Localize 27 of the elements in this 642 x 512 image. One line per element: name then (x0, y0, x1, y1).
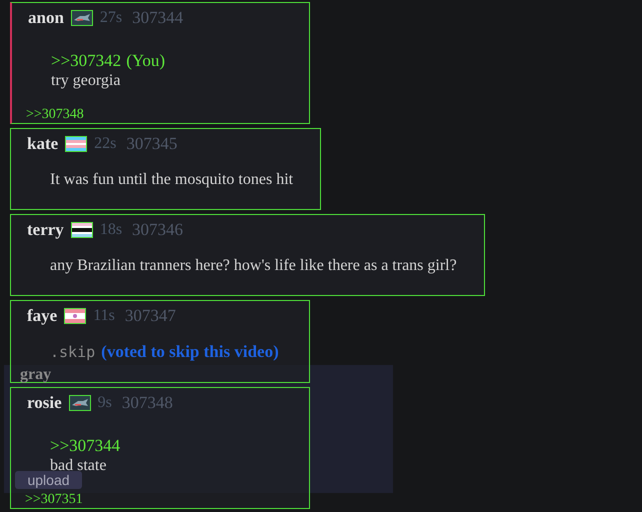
shark-icon (70, 10, 93, 26)
flag-icon (70, 222, 93, 238)
you-tag: (You) (126, 51, 166, 71)
message-text: It was fun until the mosquito tones hit (50, 170, 294, 190)
flag-icon (64, 308, 86, 324)
skip-note: (voted to skip this video) (101, 342, 279, 361)
upload-button[interactable]: upload (15, 471, 82, 489)
message-text: any Brazilian tranners here? how's life like there as a trans girl? (50, 256, 457, 276)
quote-link[interactable]: >>307344 (50, 436, 120, 456)
shark-icon (68, 395, 91, 411)
user-name[interactable]: anon (28, 8, 64, 28)
flag-icon (65, 136, 88, 152)
command-text: .skip (50, 343, 96, 361)
panel-label: gray (20, 366, 52, 384)
user-name[interactable]: terry (27, 220, 64, 240)
message-text: try georgia (51, 71, 122, 91)
post-time: 9s (98, 394, 112, 412)
quote-link[interactable]: >>307342 (51, 51, 122, 71)
post-time: 22s (94, 135, 116, 153)
user-name[interactable]: rosie (27, 393, 62, 413)
backlink[interactable]: >>307348 (26, 107, 84, 122)
user-name[interactable]: faye (27, 306, 58, 326)
post-time: 27s (100, 9, 122, 27)
backlink[interactable]: >>307351 (25, 492, 83, 507)
post-time: 18s (100, 221, 122, 239)
user-name[interactable]: kate (27, 134, 58, 154)
post-time: 11s (93, 307, 115, 325)
